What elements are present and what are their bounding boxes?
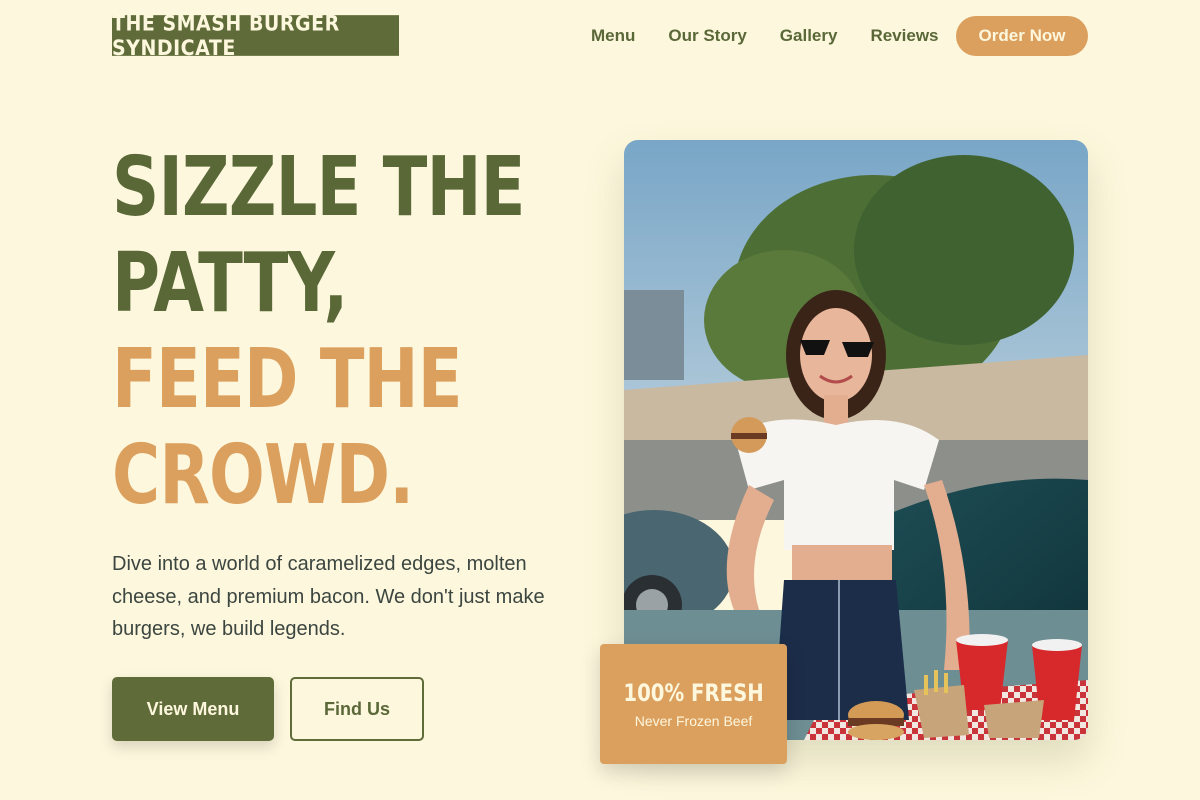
brand-logo[interactable]: THE SMASH BURGER SYNDICATE — [112, 11, 399, 60]
nav-link-menu[interactable]: Menu — [591, 27, 635, 44]
badge-subtitle: Never Frozen Beef — [634, 713, 753, 729]
hero-headline: SIZZLE THE PATTY, FEED THE CROWD. — [112, 140, 525, 524]
headline-line-1: SIZZLE THE — [112, 140, 525, 235]
find-us-button[interactable]: Find Us — [290, 677, 424, 741]
nav-link-reviews[interactable]: Reviews — [870, 27, 938, 44]
badge-title: 100% FRESH — [623, 679, 764, 707]
hero-description: Dive into a world of caramelized edges, … — [112, 553, 545, 640]
headline-line-3: FEED THE — [112, 332, 463, 427]
nav-link-gallery[interactable]: Gallery — [780, 27, 838, 44]
headline-line-4: CROWD. — [112, 428, 414, 523]
main-nav: Menu Our Story Gallery Reviews — [591, 27, 972, 53]
order-now-button[interactable]: Order Now — [956, 16, 1088, 56]
headline-line-2: PATTY, — [112, 236, 348, 331]
nav-link-our-story[interactable]: Our Story — [668, 27, 746, 44]
view-menu-button[interactable]: View Menu — [112, 677, 274, 741]
freshness-badge: 100% FRESH Never Frozen Beef — [600, 644, 787, 764]
